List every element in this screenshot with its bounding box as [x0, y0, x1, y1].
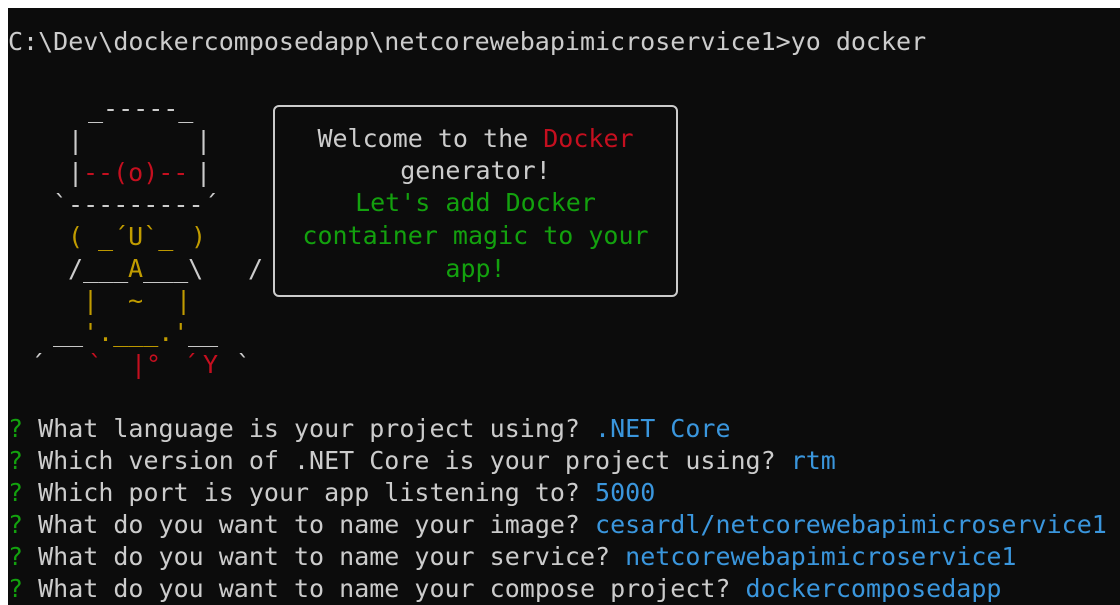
question-mark: ? [8, 542, 24, 571]
question-text: What language is your project using? [38, 414, 580, 443]
question-text: What do you want to name your compose pr… [38, 574, 731, 603]
art-body-right: ___\ [143, 254, 204, 283]
art-hat-side-right: | [196, 126, 212, 155]
bubble-line-5: app! [445, 254, 506, 283]
question-port: ? Which port is your app listening to? 5… [8, 477, 655, 509]
art-hat-top: _-----_ [88, 94, 194, 123]
question-language: ? What language is your project using? .… [8, 413, 731, 445]
question-mark: ? [8, 478, 24, 507]
art-hat-side-left: | [68, 126, 84, 155]
question-version: ? Which version of .NET Core is your pro… [8, 445, 836, 477]
art-body-left: /___ [68, 254, 129, 283]
bubble-line-2: generator! [400, 156, 551, 185]
art-eye-left: | [68, 158, 84, 187]
art-face-paren-left: ( [68, 222, 84, 251]
answer-text: rtm [790, 446, 836, 475]
command-line: C:\Dev\dockercomposedapp\netcorewebapimi… [8, 27, 927, 56]
bubble-line-3: Let's add Docker [355, 188, 596, 217]
answer-text: 5000 [595, 478, 656, 507]
art-legs: '.___.' [83, 318, 189, 347]
art-face-mid: _´U`_ [83, 222, 189, 251]
question-mark: ? [8, 414, 24, 443]
art-body-a: A [128, 254, 144, 283]
bubble-line-1: Welcome to the Docker [273, 123, 678, 155]
art-eye-mid: --(o)-- [83, 158, 189, 187]
bubble-docker-brand: Docker [543, 124, 634, 153]
answer-text: netcorewebapimicroservice1 [625, 542, 1017, 571]
art-torso-left: | [83, 286, 99, 315]
question-service: ? What do you want to name your service?… [8, 541, 1016, 573]
question-text: What do you want to name your service? [38, 542, 611, 571]
art-brim: `---------´ [53, 190, 219, 219]
answer-text: cesardl/netcorewebapimicroservice1 [595, 510, 1107, 539]
bubble-line-4: container magic to your [302, 221, 649, 250]
art-feet-y-tick: ´ [183, 350, 199, 379]
art-speech-slash: / [248, 254, 264, 283]
art-ground-right: __ [188, 318, 219, 347]
art-torso-mid: ~ [113, 286, 159, 315]
art-ground-left: __ [53, 318, 84, 347]
art-face-paren-right: ) [191, 222, 207, 251]
question-text: Which version of .NET Core is your proje… [38, 446, 776, 475]
art-eye-right: | [196, 158, 212, 187]
art-torso-right: | [176, 286, 192, 315]
question-text: What do you want to name your image? [38, 510, 580, 539]
question-compose-project: ? What do you want to name your compose … [8, 573, 1001, 605]
bubble-welcome-text: Welcome to the [317, 124, 544, 153]
question-text: Which port is your app listening to? [38, 478, 580, 507]
question-mark: ? [8, 574, 24, 603]
art-feet-end: ` [236, 350, 252, 379]
question-mark: ? [8, 446, 24, 475]
art-feet-tick: ` [88, 350, 104, 379]
terminal-window[interactable]: C:\Dev\dockercomposedapp\netcorewebapimi… [8, 8, 1120, 605]
art-feet-left: ´ [30, 350, 46, 379]
question-image: ? What do you want to name your image? c… [8, 509, 1107, 541]
art-feet-bar: |° [131, 350, 162, 379]
question-mark: ? [8, 510, 24, 539]
answer-text: .NET Core [595, 414, 731, 443]
answer-text: dockercomposedapp [745, 574, 1002, 603]
art-feet-y: Y [203, 350, 219, 379]
